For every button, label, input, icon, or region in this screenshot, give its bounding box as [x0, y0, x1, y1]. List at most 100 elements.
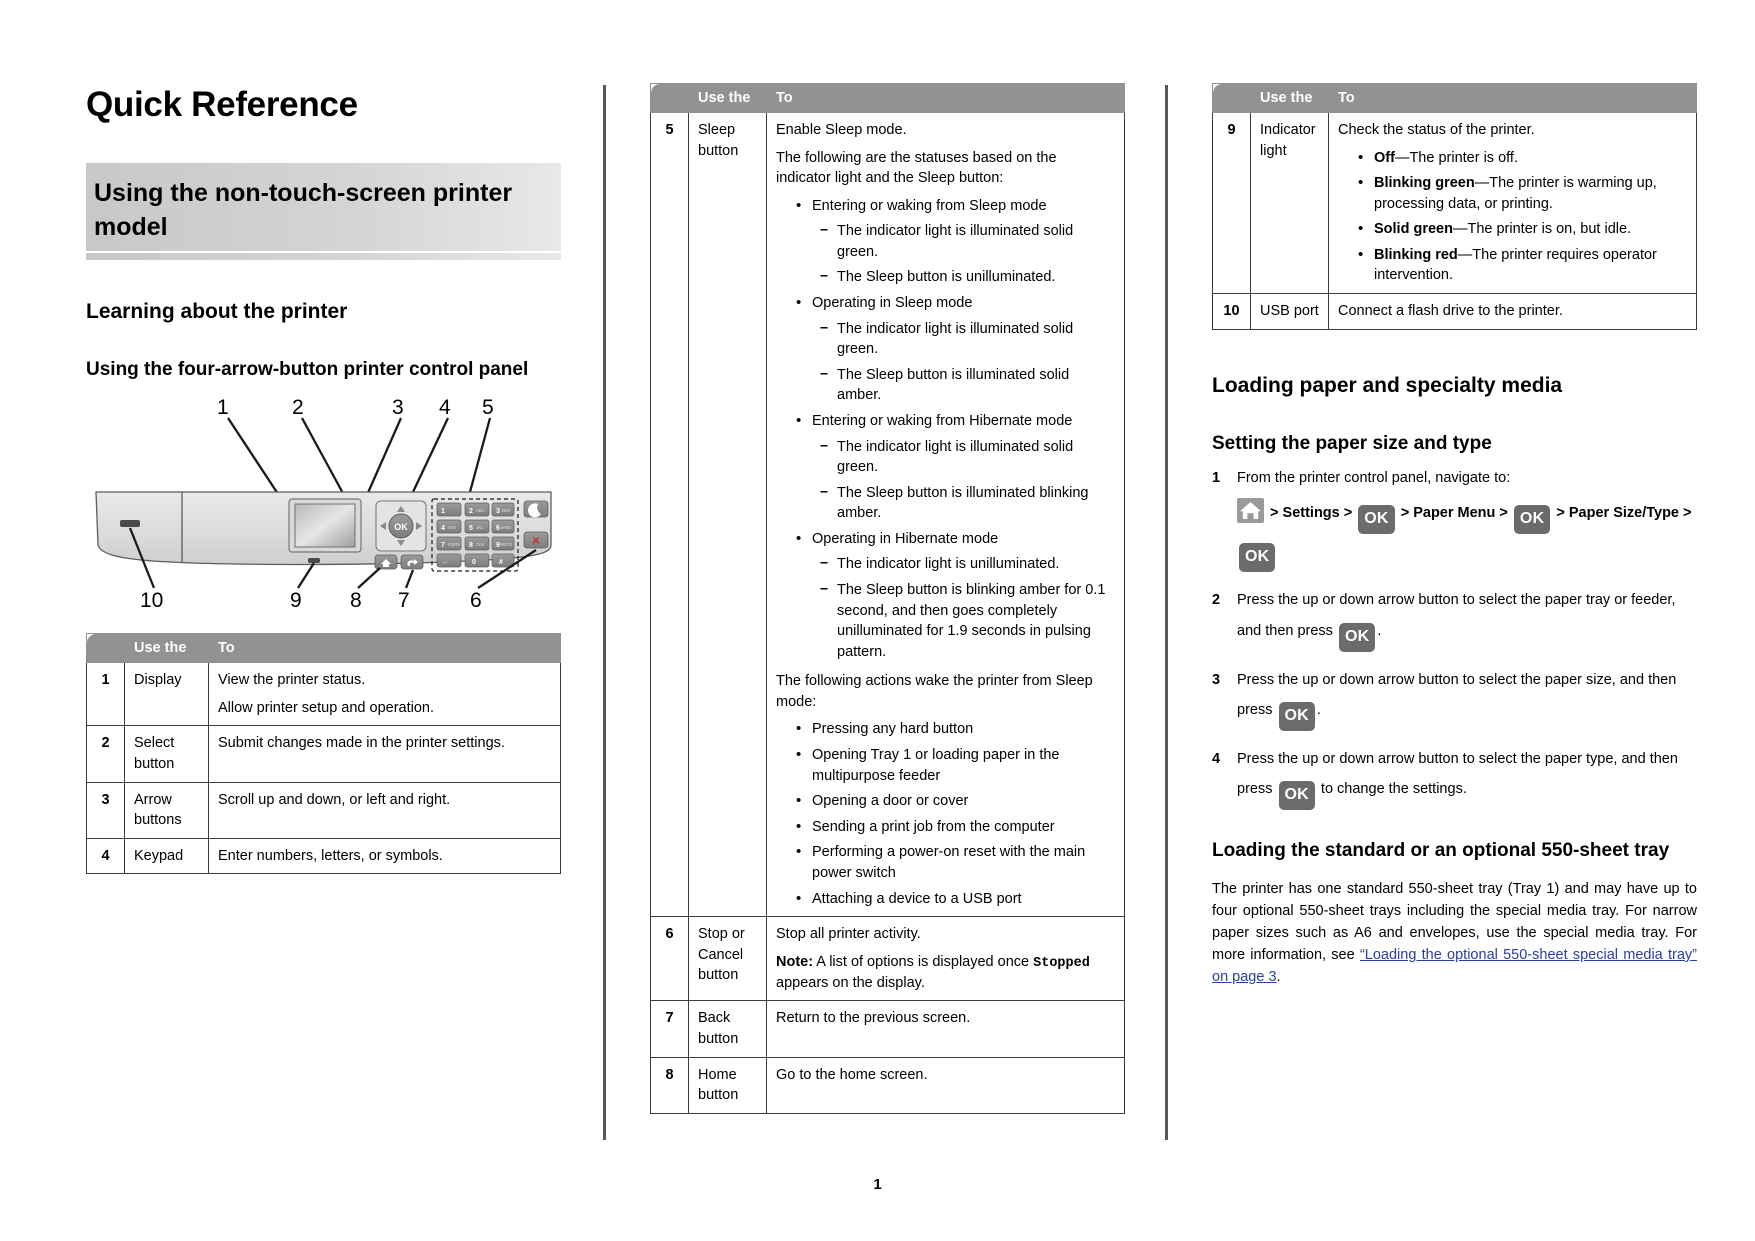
svg-text:7: 7: [441, 542, 445, 549]
step-4-text-b: to change the settings.: [1316, 781, 1467, 798]
bullet-label: Entering or waking from Sleep mode: [812, 197, 1047, 214]
ok-key-3[interactable]: OK: [1239, 543, 1276, 573]
list-item: Blinking red—The printer requires operat…: [1358, 244, 1687, 286]
callout-10: 10: [140, 589, 164, 613]
callout-6: 6: [470, 589, 482, 613]
row-to: Stop all printer activity. Note: A list …: [766, 916, 1125, 1002]
callout-5: 5: [482, 396, 494, 420]
table-header-use-the: Use the: [124, 633, 209, 664]
svg-text:6: 6: [496, 525, 500, 532]
row-to-line: Allow printer setup and operation.: [218, 699, 435, 716]
sub-list-item: The Sleep button is unilluminated.: [820, 266, 1115, 288]
section-heading-learning: Learning about the printer: [86, 299, 348, 323]
indicator-light-table: Use the To 9 Indicator light Check the s…: [1212, 83, 1697, 330]
note-part-1: A list of options is displayed once: [813, 953, 1034, 970]
svg-text:ABC: ABC: [476, 508, 485, 513]
svg-text:DEF: DEF: [502, 508, 511, 513]
list-item: Opening Tray 1 or loading paper in the m…: [796, 744, 1115, 786]
svg-text:5: 5: [469, 525, 473, 532]
row-to: Connect a flash drive to the printer.: [1328, 293, 1697, 330]
step-2-text-b: .: [1377, 622, 1382, 639]
subsection-heading-control-panel: Using the four-arrow-button printer cont…: [86, 358, 529, 380]
row-to: Check the status of the printer. Off—The…: [1328, 111, 1697, 295]
sub-list-item: The indicator light is unilluminated.: [820, 553, 1115, 575]
callout-8: 8: [350, 589, 362, 613]
table-header-row: Use the To: [1212, 83, 1697, 113]
ok-key-2[interactable]: OK: [1513, 505, 1551, 535]
sub-list-item: The Sleep button is blinking amber for 0…: [820, 579, 1115, 662]
row-use: Stop or Cancel button: [688, 916, 767, 1002]
sub-list-item: The indicator light is illuminated solid…: [820, 318, 1115, 360]
ok-key-step3[interactable]: OK: [1278, 702, 1315, 731]
svg-text:1: 1: [441, 508, 445, 515]
ok-key-step2[interactable]: OK: [1338, 622, 1376, 652]
row-number: 8: [650, 1056, 689, 1114]
subheading-setting-paper: Setting the paper size and type: [1212, 432, 1492, 454]
page-number: 1: [873, 1176, 882, 1193]
nav-sep-3: >: [1400, 505, 1410, 522]
indicator-status-list: Off—The printer is off. Blinking green—T…: [1338, 147, 1687, 286]
row-to: Go to the home screen.: [766, 1056, 1125, 1114]
row-to: View the printer status. Allow printer s…: [208, 662, 561, 727]
navigation-path: > Settings > OK > Paper Menu > OK > Pape…: [1237, 496, 1697, 573]
svg-text:✕: ✕: [532, 536, 540, 547]
sub-list: The indicator light is illuminated solid…: [812, 220, 1115, 288]
svg-text:MNO: MNO: [501, 525, 512, 530]
row-number: 3: [86, 781, 125, 839]
list-item: Blinking green—The printer is warming up…: [1358, 172, 1687, 214]
table-row: 7 Back button Return to the previous scr…: [650, 1000, 1125, 1058]
status-text: —The printer is on, but idle.: [1452, 221, 1632, 238]
sub-list: The indicator light is unilluminated. Th…: [812, 553, 1115, 662]
row-number: 6: [650, 916, 689, 1002]
sleep-status-list: Entering or waking from Sleep mode The i…: [776, 195, 1115, 663]
sub-list-item: The Sleep button is illuminated solid am…: [820, 364, 1115, 406]
row-use: Back button: [688, 1000, 767, 1058]
svg-text:3: 3: [496, 508, 500, 515]
svg-text:WXYZ: WXYZ: [500, 542, 513, 547]
row-use: Keypad: [124, 837, 209, 875]
nav-sep-1: >: [1270, 505, 1279, 522]
left-column: Quick Reference Using the non-touch-scre…: [86, 85, 561, 875]
ok-key-step4[interactable]: OK: [1278, 781, 1315, 811]
list-item: Off—The printer is off.: [1358, 147, 1687, 169]
home-icon: [1237, 498, 1264, 524]
nav-paper-menu: Paper Menu: [1413, 505, 1496, 522]
row-use: USB port: [1250, 293, 1329, 330]
callout-7: 7: [398, 589, 410, 613]
column-divider-left: [603, 85, 606, 1140]
table-header-to: To: [766, 83, 1125, 113]
control-panel-parts-table: Use the To 1 Display View the printer st…: [86, 633, 561, 875]
table-header-blank: [650, 83, 689, 113]
sleep-intro-2: The following are the statuses based on …: [776, 149, 1057, 187]
table-header-blank: [1212, 83, 1251, 113]
svg-text:←: ←: [442, 559, 449, 566]
note-part-2: appears on the display.: [776, 974, 925, 991]
nav-paper-size-type: Paper Size/Type: [1568, 505, 1679, 522]
svg-text:#: #: [499, 559, 503, 566]
row-number: 10: [1212, 293, 1251, 330]
table-header-to: To: [1328, 83, 1697, 113]
table-header-use-the: Use the: [688, 83, 767, 113]
svg-text:4: 4: [441, 525, 445, 532]
table-header-row: Use the To: [86, 633, 561, 664]
step-1-text: From the printer control panel, navigate…: [1237, 470, 1511, 487]
list-item: Attaching a device to a USB port: [796, 888, 1115, 910]
page-title: Quick Reference: [86, 85, 358, 124]
table-header-use-the: Use the: [1250, 83, 1329, 113]
document-page: Quick Reference Using the non-touch-scre…: [0, 0, 1755, 1241]
list-item: Entering or waking from Sleep mode The i…: [796, 195, 1115, 288]
subheading-loading-tray: Loading the standard or an optional 550-…: [1212, 840, 1670, 862]
svg-text:GHI: GHI: [448, 525, 456, 530]
row-use: Home button: [688, 1056, 767, 1114]
row-number: 5: [650, 111, 689, 918]
svg-text:JKL: JKL: [476, 525, 484, 530]
list-item: Solid green—The printer is on, but idle.: [1358, 218, 1687, 240]
list-item: Sending a print job from the computer: [796, 816, 1115, 838]
note-mono: Stopped: [1033, 955, 1090, 971]
status-label: Off: [1374, 149, 1395, 166]
ok-key-1[interactable]: OK: [1358, 505, 1395, 535]
row-to: Scroll up and down, or left and right.: [208, 781, 561, 839]
svg-text:TUV: TUV: [476, 542, 485, 547]
table-row: 2 Select button Submit changes made in t…: [86, 725, 561, 783]
stop-line-1: Stop all printer activity.: [776, 926, 921, 943]
